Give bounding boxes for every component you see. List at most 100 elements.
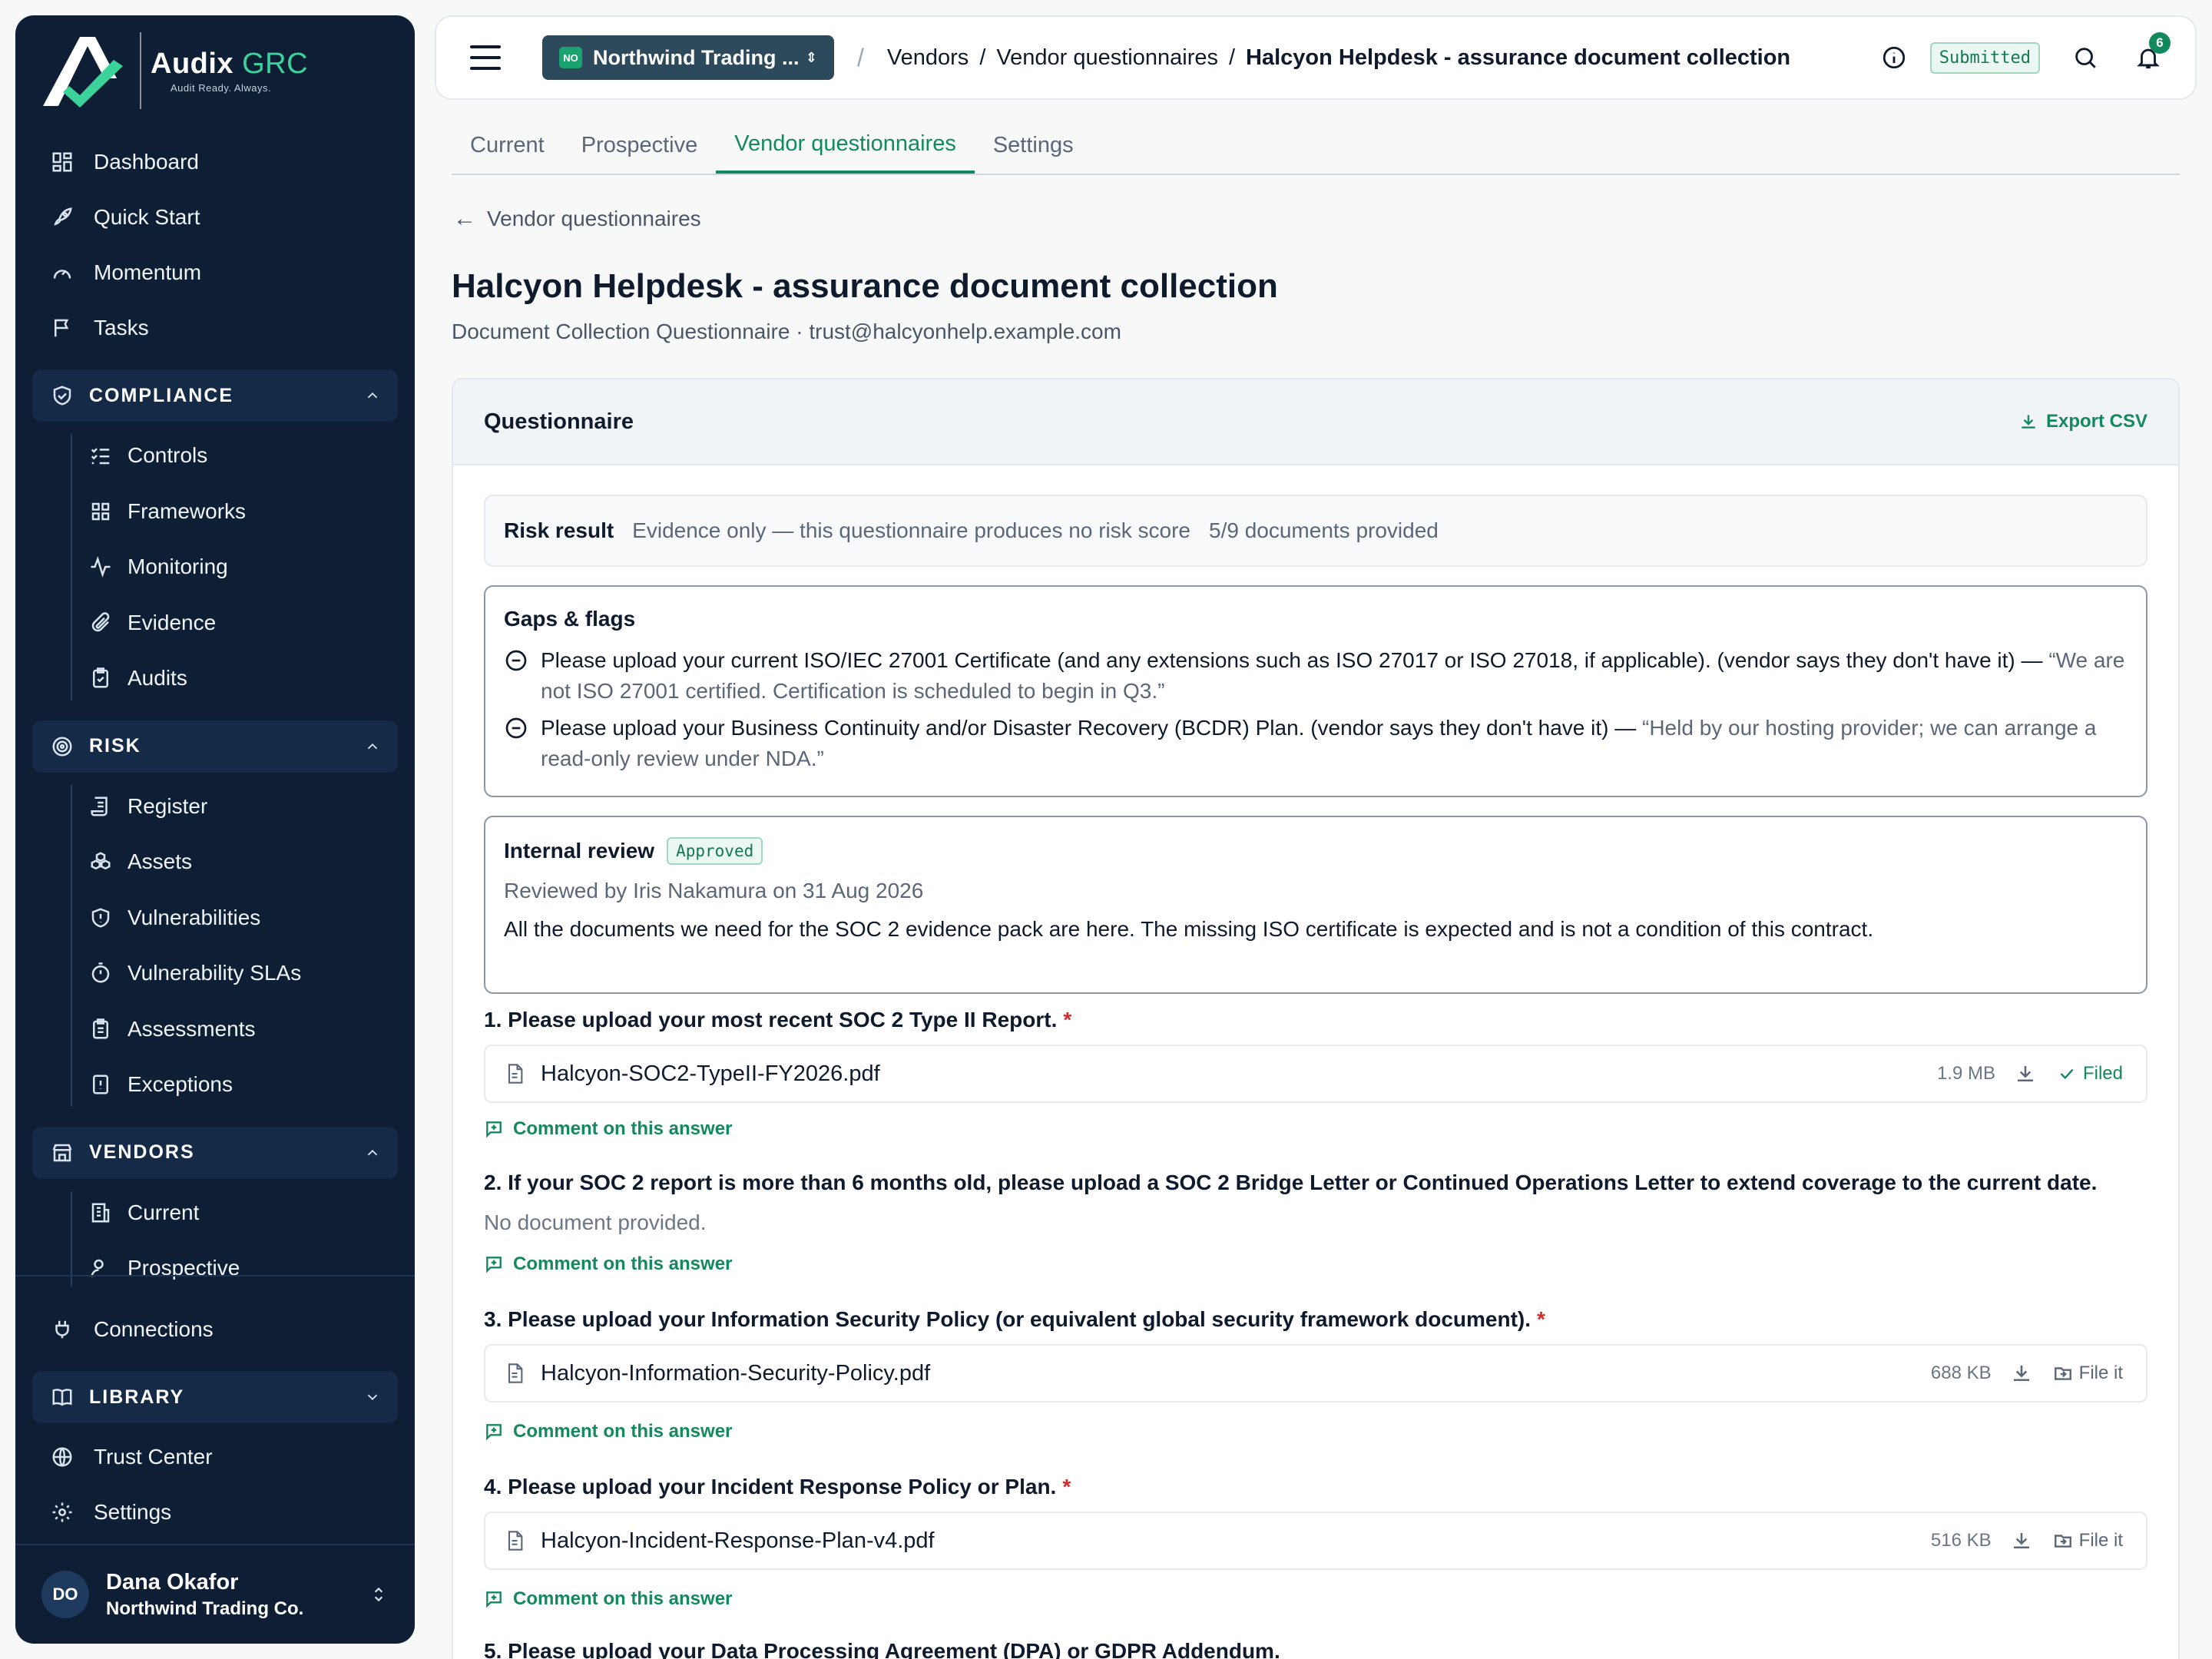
sidebar-item-frameworks[interactable]: Frameworks: [32, 484, 398, 540]
file-name: Halcyon-Incident-Response-Plan-v4.pdf: [541, 1528, 935, 1553]
sidebar-item-label: Evidence: [127, 610, 217, 634]
sidebar-item-settings[interactable]: Settings: [32, 1485, 398, 1540]
question-text: 5. Please upload your Data Processing Ag…: [484, 1639, 1280, 1659]
sidebar-item-label: Monitoring: [127, 555, 228, 579]
file-size: 1.9 MB: [1936, 1063, 1995, 1084]
sidebar-item-prospective[interactable]: Prospective: [32, 1240, 398, 1286]
tab-current[interactable]: Current: [452, 117, 563, 174]
sidebar-item-exceptions[interactable]: Exceptions: [32, 1057, 398, 1113]
breadcrumb-separator: /: [979, 45, 986, 70]
sidebar-item-monitoring[interactable]: Monitoring: [32, 539, 398, 595]
comment-button[interactable]: Comment on this answer: [484, 1421, 732, 1442]
comment-button[interactable]: Comment on this answer: [484, 1588, 732, 1610]
download-icon[interactable]: [2010, 1529, 2033, 1552]
sidebar-item-controls[interactable]: Controls: [32, 428, 398, 484]
org-switcher[interactable]: NO Northwind Trading ... ⇕: [542, 35, 834, 80]
section-label: RISK: [89, 735, 141, 757]
minus-circle-icon: [505, 650, 527, 671]
sidebar-item-connections[interactable]: Connections: [32, 1302, 398, 1357]
brand[interactable]: Audix GRC Audit Ready. Always.: [40, 23, 308, 118]
section-label: COMPLIANCE: [89, 384, 234, 406]
question-text: 1. Please upload your most recent SOC 2 …: [484, 1008, 1058, 1031]
file-it-button[interactable]: File it: [2053, 1363, 2123, 1384]
list-check-icon: [88, 442, 114, 469]
comment-label: Comment on this answer: [513, 1253, 733, 1274]
top-bar: NO Northwind Trading ... ⇕ / Vendors / V…: [435, 15, 2197, 100]
folder-input-icon: [2054, 1367, 2071, 1380]
comment-button[interactable]: Comment on this answer: [484, 1118, 732, 1140]
filed-label: Filed: [2082, 1063, 2123, 1084]
sidebar-item-label: Assets: [127, 849, 193, 874]
breadcrumb-divider: /: [857, 43, 864, 71]
file-icon: [508, 1363, 523, 1383]
message-plus-icon: [486, 1257, 502, 1273]
file-row[interactable]: Halcyon-Information-Security-Policy.pdf …: [484, 1344, 2147, 1402]
section-vendors[interactable]: VENDORS: [32, 1126, 398, 1179]
alert-file-icon: [88, 1071, 114, 1098]
sidebar-item-quick-start[interactable]: Quick Start: [32, 190, 398, 245]
download-icon[interactable]: [2010, 1362, 2033, 1385]
gear-icon: [49, 1499, 75, 1525]
sidebar-item-label: Current: [127, 1200, 200, 1224]
file-it-label: File it: [2078, 1363, 2123, 1383]
tab-vendor-questionnaires[interactable]: Vendor questionnaires: [716, 117, 975, 174]
sidebar-item-vulnerabilities[interactable]: Vulnerabilities: [32, 890, 398, 946]
sidebar-item-register[interactable]: Register: [32, 779, 398, 835]
questionnaire-card: Questionnaire Export CSV Risk result Evi…: [452, 378, 2180, 1659]
gaps-title: Gaps & flags: [504, 607, 636, 631]
chevron-up-icon: [367, 1149, 378, 1155]
sidebar-item-momentum[interactable]: Momentum: [32, 245, 398, 300]
sidebar-item-dashboard[interactable]: Dashboard: [32, 134, 398, 190]
user-menu[interactable]: DO Dana Okafor Northwind Trading Co.: [15, 1544, 415, 1644]
comment-button[interactable]: Comment on this answer: [484, 1253, 732, 1275]
sidebar-item-label: Settings: [94, 1500, 172, 1524]
message-plus-icon: [486, 1591, 502, 1608]
gap-text: Please upload your current ISO/IEC 27001…: [541, 648, 2043, 672]
section-risk[interactable]: RISK: [32, 720, 398, 773]
question-3: 3. Please upload your Information Securi…: [484, 1307, 1545, 1332]
tab-settings[interactable]: Settings: [975, 117, 1092, 174]
user-org: Northwind Trading Co.: [106, 1598, 304, 1619]
building-icon: [88, 1200, 114, 1226]
sidebar-item-evidence[interactable]: Evidence: [32, 595, 398, 651]
review-note: All the documents we need for the SOC 2 …: [504, 917, 1874, 941]
sidebar-item-assets[interactable]: Assets: [32, 834, 398, 890]
breadcrumb-vendors[interactable]: Vendors: [887, 45, 969, 71]
menu-icon[interactable]: [470, 45, 501, 70]
question-text: 4. Please upload your Incident Response …: [484, 1475, 1057, 1498]
file-it-button[interactable]: File it: [2053, 1530, 2123, 1551]
export-csv-button[interactable]: Export CSV: [2018, 411, 2147, 432]
sidebar-item-label: Vulnerabilities: [127, 905, 261, 929]
documents-count: 5/9 documents provided: [1209, 518, 1439, 542]
section-compliance[interactable]: COMPLIANCE: [32, 369, 398, 422]
sidebar-item-label: Audits: [127, 666, 187, 690]
download-icon[interactable]: [2014, 1062, 2037, 1085]
book-icon: [49, 1384, 75, 1410]
file-row[interactable]: Halcyon-Incident-Response-Plan-v4.pdf 51…: [484, 1512, 2147, 1570]
file-size: 688 KB: [1930, 1363, 1992, 1383]
breadcrumb-vendor-questionnaires[interactable]: Vendor questionnaires: [996, 45, 1218, 71]
internal-review-title: Internal review: [504, 839, 655, 863]
question-1: 1. Please upload your most recent SOC 2 …: [484, 1008, 1071, 1032]
sidebar-item-tasks[interactable]: Tasks: [32, 300, 398, 356]
shield-check-icon: [49, 382, 75, 409]
sidebar-item-current[interactable]: Current: [32, 1185, 398, 1241]
sidebar-item-vulnerability-slas[interactable]: Vulnerability SLAs: [32, 945, 398, 1002]
sidebar-item-trust-center[interactable]: Trust Center: [32, 1429, 398, 1485]
export-csv-label: Export CSV: [2045, 411, 2147, 432]
file-row[interactable]: Halcyon-SOC2-TypeII-FY2026.pdf 1.9 MB Fi…: [484, 1045, 2147, 1103]
search-icon[interactable]: [2072, 45, 2098, 71]
back-link[interactable]: ← Vendor questionnaires: [453, 206, 701, 232]
section-label: VENDORS: [89, 1141, 195, 1163]
info-icon[interactable]: [1881, 45, 1907, 71]
rocket-icon: [49, 204, 75, 230]
notifications-button[interactable]: 6: [2135, 32, 2171, 71]
brand-divider: [140, 32, 141, 109]
sidebar-item-audits[interactable]: Audits: [32, 651, 398, 707]
sidebar-item-label: Frameworks: [127, 498, 247, 523]
section-library[interactable]: LIBRARY: [32, 1371, 398, 1423]
tab-prospective[interactable]: Prospective: [563, 117, 717, 174]
folder-input-icon: [2054, 1535, 2071, 1548]
sidebar-item-assessments[interactable]: Assessments: [32, 1002, 398, 1058]
org-badge: NO: [559, 47, 582, 68]
